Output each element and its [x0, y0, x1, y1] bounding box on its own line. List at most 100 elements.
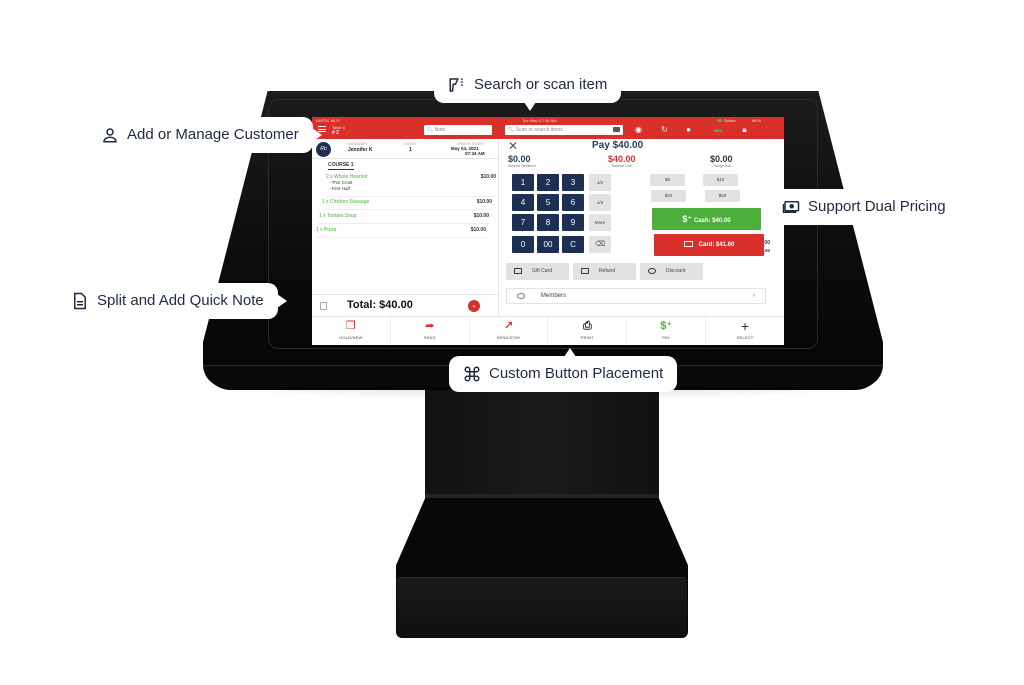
- print-button[interactable]: ⎙ PRINT: [548, 317, 628, 345]
- quick-amount-button[interactable]: $50: [705, 190, 740, 202]
- printer-icon: ⎙: [582, 320, 592, 332]
- select-button[interactable]: + SELECT: [706, 317, 784, 345]
- item-price: $10.00: [470, 227, 486, 233]
- bottom-toolbar: ❐ HOLD/NEW ➦ SEND ↗ SEND/STAY ⎙ PRINT $⁺…: [312, 316, 784, 345]
- quick-amount-button[interactable]: $20: [651, 190, 686, 202]
- keypad-key[interactable]: 0: [512, 236, 534, 253]
- item-price: $10.00: [476, 199, 492, 205]
- keypad-key[interactable]: 00: [537, 236, 559, 253]
- card-pay-button[interactable]: Card: $41.60: [654, 234, 764, 256]
- callout-label: Add or Manage Customer: [127, 126, 299, 143]
- discount-button[interactable]: Discount: [640, 263, 703, 280]
- quick-amount-button[interactable]: $5: [650, 174, 685, 186]
- guest-label: GUEST: [404, 142, 418, 146]
- keypad-key[interactable]: 2: [537, 174, 559, 191]
- chevron-right-icon: ›: [753, 293, 755, 299]
- table-number: # 2: [332, 130, 339, 136]
- command-icon: [464, 366, 480, 382]
- item-modifier: - Thin Crust: [329, 180, 353, 185]
- keypad-key[interactable]: 6: [562, 194, 584, 211]
- callout-label: Custom Button Placement: [489, 365, 664, 382]
- keypad-key[interactable]: 7: [512, 214, 534, 231]
- refund-button[interactable]: Refund: [573, 263, 636, 280]
- expand-order-button[interactable]: ⌄: [468, 300, 480, 312]
- callout-quick-note: Split and Add Quick Note: [57, 283, 287, 319]
- balance-due: $40.00 Balance Due: [608, 154, 636, 168]
- hold-new-button[interactable]: ❐ HOLD/NEW: [312, 317, 391, 345]
- carrier-status: UNITIC Wi-Fi: [316, 118, 340, 123]
- item-search-input[interactable]: 🔍︎ Scan or search items: [505, 125, 623, 135]
- gift-card-icon: [514, 268, 522, 274]
- discount-icon: [648, 268, 656, 274]
- cash-icon: [782, 201, 800, 213]
- avatar[interactable]: Rb: [316, 142, 331, 157]
- split-third-button[interactable]: 1/3: [589, 194, 611, 211]
- send-stay-button[interactable]: ↗ SEND/STAY: [470, 317, 549, 345]
- refund-icon: [581, 268, 589, 274]
- dollar-icon: $⁺: [660, 320, 673, 332]
- cash-drawer-icon[interactable]: ◉: [634, 125, 643, 134]
- keypad-key[interactable]: 5: [537, 194, 559, 211]
- backspace-icon: ⌫: [595, 241, 605, 248]
- lock-icon[interactable]: 🔒︎: [740, 125, 749, 134]
- cash-pay-button[interactable]: $⁺ Cash: $40.00: [652, 208, 761, 230]
- status-bar: UNITIC Wi-Fi Tue May 4 7:34 AM Online 98…: [312, 117, 784, 139]
- callout-label: Support Dual Pricing: [808, 198, 946, 215]
- send-icon: ➦: [425, 320, 435, 332]
- close-icon[interactable]: ✕: [508, 139, 518, 153]
- amount-tendered: $0.00 Amount Tendered: [508, 154, 536, 168]
- manager-label: MANAGER: [348, 142, 368, 146]
- connection-icon[interactable]: ▬: [710, 125, 726, 134]
- hold-new-icon: ❐: [345, 320, 356, 332]
- send-button[interactable]: ➦ SEND: [391, 317, 470, 345]
- notifications-icon[interactable]: ●: [684, 125, 693, 134]
- camera-icon[interactable]: [613, 127, 620, 132]
- pay-button[interactable]: $⁺ PAY: [627, 317, 707, 345]
- network-status: Online: [717, 118, 736, 123]
- split-more-button[interactable]: More: [589, 214, 611, 231]
- keypad-key[interactable]: 8: [537, 214, 559, 231]
- customer-row[interactable]: Rb MANAGER Jennifer K GUEST 1 ORDER STAR…: [312, 139, 498, 159]
- user-icon: [103, 128, 117, 143]
- change-due: $0.00 Change Due: [710, 154, 733, 168]
- backspace-button[interactable]: ⌫: [589, 236, 611, 253]
- refresh-icon[interactable]: ↻: [660, 125, 669, 134]
- quick-note-icon[interactable]: [320, 302, 327, 310]
- send-stay-icon: ↗: [503, 320, 514, 332]
- split-half-button[interactable]: 1/2: [589, 174, 611, 191]
- keypad-key[interactable]: 4: [512, 194, 534, 211]
- order-item[interactable]: 2 x Whole Hearted $10.00 - Thin Crust - …: [326, 172, 496, 197]
- callout-dual-pricing: Support Dual Pricing: [759, 189, 960, 225]
- order-item[interactable]: 1 x Chicken Sausage $10.00: [322, 197, 492, 210]
- document-icon: [74, 292, 86, 310]
- keypad-key[interactable]: 9: [562, 214, 584, 231]
- quick-amount-button[interactable]: $10: [703, 174, 738, 186]
- credit-card-icon: [683, 241, 693, 248]
- item-price: $10.00: [473, 213, 489, 219]
- plus-icon: +: [740, 318, 750, 334]
- order-item[interactable]: 1 x Pizza $10.00: [316, 225, 486, 238]
- members-icon: [517, 293, 525, 299]
- callout-label: Search or scan item: [474, 76, 608, 93]
- keypad-key[interactable]: C: [562, 236, 584, 253]
- stand-base-front: [397, 577, 687, 637]
- stand-neck: [425, 388, 659, 506]
- item-name: 1 x Chicken Sausage: [322, 199, 370, 205]
- members-row[interactable]: Members ›: [506, 288, 766, 304]
- datetime-status: Tue May 4 7:34 AM: [522, 118, 557, 123]
- note-search-input[interactable]: 🔍︎ Note: [424, 125, 492, 135]
- online-indicator-icon: [717, 119, 722, 123]
- order-total: Total: $40.00: [347, 299, 413, 311]
- callout-search: Search or scan item: [434, 67, 622, 111]
- callout-customer: Add or Manage Customer: [87, 117, 322, 153]
- battery-status: 98 %: [752, 118, 762, 123]
- order-time: 07:34 AM: [465, 151, 485, 156]
- keypad-key[interactable]: 1: [512, 174, 534, 191]
- keypad-key[interactable]: 3: [562, 174, 584, 191]
- gift-card-button[interactable]: Gift Card: [506, 263, 569, 280]
- course-label[interactable]: COURSE 1: [328, 162, 354, 170]
- order-item[interactable]: 1 x Tomato Soup $10.00: [319, 211, 489, 224]
- cash-icon: $⁺: [682, 214, 693, 224]
- item-modifier: - First Half: [329, 186, 350, 191]
- callout-custom-buttons: Custom Button Placement: [449, 348, 678, 392]
